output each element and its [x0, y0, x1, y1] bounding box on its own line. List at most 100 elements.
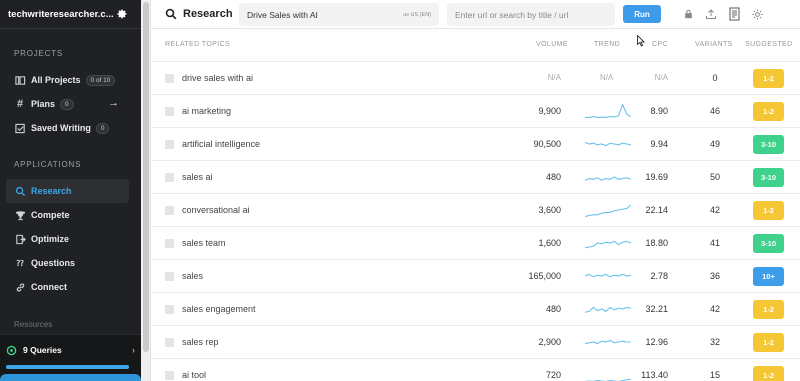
table-row[interactable]: sales engagement 480 32.21 42 1-2	[151, 293, 800, 326]
applications-heading: APPLICATIONS	[14, 160, 82, 169]
topic-cell[interactable]: sales	[182, 271, 203, 281]
sidebar-item-compete[interactable]: Compete	[0, 203, 141, 227]
queries-row[interactable]: 9 Queries ›	[0, 335, 141, 365]
volume-cell: N/A	[547, 73, 561, 82]
header-volume[interactable]: VOLUME	[536, 41, 568, 48]
sidebar-item-label: Plans	[31, 99, 56, 109]
sidebar-item-resources[interactable]: Resources	[14, 320, 52, 329]
sidebar-item-optimize[interactable]: Optimize	[0, 227, 141, 251]
suggested-badge[interactable]: 1-2	[753, 366, 784, 381]
export-icon	[14, 233, 26, 245]
url-search-input[interactable]: Enter url or search by title / url	[447, 3, 615, 26]
upgrade-bar[interactable]	[0, 374, 141, 381]
row-checkbox[interactable]	[165, 74, 174, 83]
chevron-right-icon[interactable]: ›	[132, 345, 135, 355]
queries-progress-bar	[6, 365, 129, 369]
suggested-badge[interactable]: 3-10	[753, 234, 784, 253]
arrow-right-icon[interactable]: →	[108, 97, 119, 109]
row-checkbox[interactable]	[165, 206, 174, 215]
gear-icon[interactable]	[750, 7, 764, 21]
sidebar-item-connect[interactable]: Connect	[0, 275, 141, 299]
suggested-badge[interactable]: 3-10	[753, 168, 784, 187]
topic-cell[interactable]: artificial intelligence	[182, 139, 260, 149]
topic-cell[interactable]: sales rep	[182, 337, 219, 347]
trend-sparkline	[585, 339, 631, 345]
topics-table-body: drive sales with ai N/A N/A N/A 0 1-2 ai marke…	[151, 62, 800, 381]
cpc-cell: 8.90	[650, 106, 668, 116]
cpc-cell: 2.78	[650, 271, 668, 281]
scrollbar-thumb[interactable]	[143, 2, 149, 352]
topic-cell[interactable]: sales team	[182, 238, 226, 248]
variants-cell: 32	[709, 337, 720, 347]
topic-cell[interactable]: sales engagement	[182, 304, 256, 314]
suggested-badge[interactable]: 1-2	[753, 201, 784, 220]
variants-cell: 15	[709, 370, 720, 380]
sidebar-scrollbar[interactable]	[141, 0, 151, 381]
sidebar-item-saved-writing[interactable]: Saved Writing 0	[0, 116, 141, 140]
row-checkbox[interactable]	[165, 338, 174, 347]
hash-icon: #	[16, 98, 24, 110]
locale-selector[interactable]: us US (EN)	[403, 12, 431, 18]
variants-cell: 46	[709, 106, 720, 116]
row-checkbox[interactable]	[165, 239, 174, 248]
volume-cell: 165,000	[528, 271, 561, 281]
queries-label: 9 Queries	[23, 345, 62, 355]
table-row[interactable]: artificial intelligence 90,500 9.94 49 3-10	[151, 128, 800, 161]
site-name[interactable]: techwriteresearcher.c...	[8, 9, 114, 20]
sidebar-item-questions[interactable]: ⁇ Questions	[0, 251, 141, 275]
header-cpc[interactable]: CPC	[652, 41, 668, 48]
suggested-badge[interactable]: 1-2	[753, 300, 784, 319]
sidebar-item-research[interactable]: Research	[6, 179, 129, 203]
table-row[interactable]: conversational ai 3,600 22.14 42 1-2	[151, 194, 800, 227]
row-checkbox[interactable]	[165, 107, 174, 116]
upload-icon[interactable]	[704, 7, 718, 21]
search-icon	[165, 8, 177, 20]
row-checkbox[interactable]	[165, 173, 174, 182]
table-row[interactable]: ai tool 720 113.40 15 1-2	[151, 359, 800, 381]
suggested-badge[interactable]: 1-2	[753, 69, 784, 88]
gear-icon[interactable]	[115, 7, 129, 21]
table-row[interactable]: sales 165,000 2.78 36 10+	[151, 260, 800, 293]
cpc-cell: 18.80	[645, 238, 668, 248]
header-suggested[interactable]: SUGGESTED	[745, 41, 793, 48]
edit-check-icon	[14, 122, 26, 134]
sidebar-item-all-projects[interactable]: All Projects 0 of 10	[0, 68, 141, 92]
url-search-placeholder: Enter url or search by title / url	[455, 9, 569, 20]
trend-sparkline	[585, 306, 631, 313]
trend-sparkline	[585, 141, 631, 147]
suggested-badge[interactable]: 1-2	[753, 102, 784, 121]
row-checkbox[interactable]	[165, 272, 174, 281]
topic-cell[interactable]: conversational ai	[182, 205, 250, 215]
main-panel: Research Drive Sales with AI us US (EN) …	[151, 0, 800, 381]
topic-cell[interactable]: ai marketing	[182, 106, 231, 116]
header-variants[interactable]: VARIANTS	[695, 41, 733, 48]
table-row[interactable]: sales ai 480 19.69 50 3-10	[151, 161, 800, 194]
topic-cell[interactable]: drive sales with ai	[182, 73, 253, 83]
suggested-badge[interactable]: 10+	[753, 267, 784, 286]
suggested-badge[interactable]: 3-10	[753, 135, 784, 154]
projects-count-badge: 0 of 10	[85, 74, 116, 86]
header-related-topics[interactable]: RELATED TOPICS	[165, 41, 230, 48]
run-button[interactable]: Run	[623, 5, 661, 23]
plans-count-badge: 0	[60, 98, 74, 110]
page-title: Research	[165, 8, 233, 20]
cpc-cell: 22.14	[645, 205, 668, 215]
trend-line	[585, 306, 631, 313]
variants-cell: 42	[709, 304, 720, 314]
table-row[interactable]: sales rep 2,900 12.96 32 1-2	[151, 326, 800, 359]
topic-cell[interactable]: sales ai	[182, 172, 213, 182]
header-trend[interactable]: TREND	[594, 41, 620, 48]
table-row[interactable]: drive sales with ai N/A N/A N/A 0 1-2	[151, 62, 800, 95]
table-row[interactable]: sales team 1,600 18.80 41 3-10	[151, 227, 800, 260]
row-checkbox[interactable]	[165, 305, 174, 314]
suggested-badge[interactable]: 1-2	[753, 333, 784, 352]
table-row[interactable]: ai marketing 9,900 8.90 46 1-2	[151, 95, 800, 128]
sidebar-item-plans[interactable]: # Plans 0 →	[0, 92, 141, 116]
row-checkbox[interactable]	[165, 140, 174, 149]
document-icon[interactable]	[727, 7, 741, 21]
keyword-input[interactable]: Drive Sales with AI us US (EN)	[239, 3, 439, 26]
topic-cell[interactable]: ai tool	[182, 370, 206, 380]
trend-line	[585, 141, 631, 147]
lock-icon[interactable]	[681, 7, 695, 21]
row-checkbox[interactable]	[165, 371, 174, 380]
